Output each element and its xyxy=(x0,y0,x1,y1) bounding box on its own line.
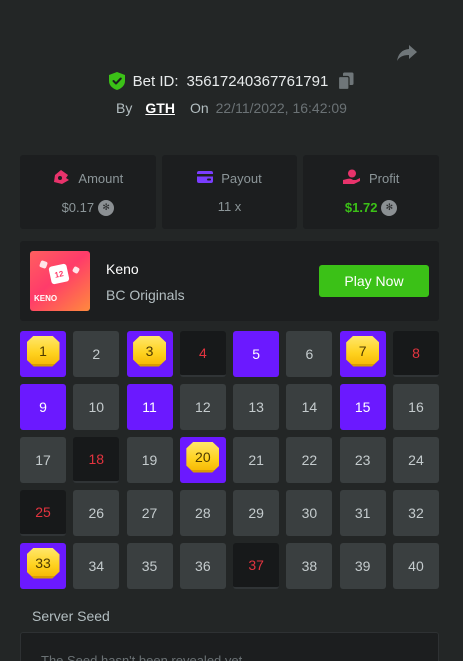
keno-tile: 29 xyxy=(233,490,280,536)
keno-tile: 32 xyxy=(392,490,439,536)
money-bag-icon xyxy=(52,169,70,188)
bet-meta-row: By GTH On 22/11/2022, 16:42:09 xyxy=(0,100,463,116)
gem-icon: 3 xyxy=(133,335,167,367)
coin-hand-icon xyxy=(343,169,361,188)
keno-tile: 11 xyxy=(126,384,173,430)
keno-tile: 5 xyxy=(233,331,280,377)
keno-tile: 13 xyxy=(233,384,280,430)
keno-tile: 12 xyxy=(179,384,226,430)
keno-tile: 26 xyxy=(73,490,120,536)
keno-tile: 3 xyxy=(126,331,173,377)
by-label: By xyxy=(116,100,133,116)
keno-tile: 19 xyxy=(126,437,173,483)
keno-tile: 16 xyxy=(392,384,439,430)
profit-stat: Profit $1.72 ✻ xyxy=(303,155,440,229)
keno-tile: 28 xyxy=(179,490,226,536)
game-name[interactable]: Keno xyxy=(106,261,139,277)
bet-id-row: Bet ID: 35617240367761791 xyxy=(0,72,463,90)
gem-icon: 33 xyxy=(26,547,60,579)
server-seed-text: The Seed hasn't been revealed yet. xyxy=(41,653,246,661)
payout-label: Payout xyxy=(221,171,262,186)
keno-tile: 38 xyxy=(286,543,333,589)
keno-tile: 9 xyxy=(20,384,66,430)
keno-tile: 34 xyxy=(73,543,120,589)
xlm-coin-icon: ✻ xyxy=(98,199,115,216)
dice-icon: 12 xyxy=(48,263,70,285)
thumbnail-label: KENO xyxy=(34,294,58,303)
keno-tile: 30 xyxy=(286,490,333,536)
profit-label: Profit xyxy=(369,170,400,186)
keno-tile: 37 xyxy=(233,543,280,589)
xlm-coin-icon: ✻ xyxy=(381,199,398,216)
on-label: On xyxy=(189,100,209,116)
server-seed-field: The Seed hasn't been revealed yet. xyxy=(20,632,439,661)
keno-tile: 27 xyxy=(126,490,173,536)
amount-label: Amount xyxy=(78,170,124,186)
keno-board: 1 2 3 4 5 6 7 8 9 10 11 12 13 14 15 16 17 18 19 20 21 22 23 24 2… xyxy=(20,331,439,589)
payout-stat: Payout 11 x xyxy=(161,155,298,229)
keno-tile: 40 xyxy=(392,543,439,589)
play-now-button[interactable]: Play Now xyxy=(319,265,429,297)
keno-tile: 8 xyxy=(392,331,439,377)
dice-decoration xyxy=(39,260,48,269)
keno-tile: 39 xyxy=(339,543,386,589)
verified-shield-icon xyxy=(108,72,125,90)
profit-value: $1.72 xyxy=(344,200,378,215)
payout-value: 11 x xyxy=(217,199,242,214)
keno-tile: 2 xyxy=(73,331,120,377)
share-icon xyxy=(397,45,417,61)
keno-thumbnail[interactable]: 12 KENO xyxy=(30,251,90,311)
keno-tile: 10 xyxy=(73,384,120,430)
dice-decoration xyxy=(71,265,81,275)
keno-tile: 17 xyxy=(20,437,66,483)
keno-tile: 21 xyxy=(233,437,280,483)
keno-tile: 18 xyxy=(73,437,120,483)
keno-tile: 7 xyxy=(339,331,386,377)
gem-icon: 7 xyxy=(346,335,380,367)
bet-id-value: 35617240367761791 xyxy=(186,72,329,90)
game-provider: BC Originals xyxy=(106,287,185,303)
keno-tile: 33 xyxy=(20,543,66,589)
keno-tile: 15 xyxy=(339,384,386,430)
amount-stat: Amount $0.17 ✻ xyxy=(20,155,156,229)
bet-date: 22/11/2022, 16:42:09 xyxy=(215,100,347,116)
keno-tile: 24 xyxy=(392,437,439,483)
bet-id-label: Bet ID: xyxy=(132,72,179,90)
bet-stats: Amount $0.17 ✻ Payout 11 x Profit $1.72 … xyxy=(20,155,440,229)
keno-tile: 6 xyxy=(286,331,333,377)
amount-value: $0.17 xyxy=(61,200,95,215)
keno-tile: 22 xyxy=(286,437,333,483)
keno-tile: 14 xyxy=(286,384,333,430)
copy-icon[interactable] xyxy=(338,72,354,90)
game-card: 12 KENO Keno BC Originals Play Now xyxy=(20,241,439,321)
gem-icon: 20 xyxy=(186,441,220,473)
username-link[interactable]: GTH xyxy=(145,100,175,116)
keno-tile: 35 xyxy=(126,543,173,589)
share-button[interactable] xyxy=(394,40,420,66)
wallet-icon xyxy=(197,170,214,187)
keno-tile: 4 xyxy=(179,331,226,377)
gem-icon: 1 xyxy=(26,335,60,367)
keno-tile: 1 xyxy=(20,331,66,377)
keno-tile: 20 xyxy=(179,437,226,483)
keno-tile: 23 xyxy=(339,437,386,483)
keno-tile: 25 xyxy=(20,490,66,536)
keno-tile: 36 xyxy=(179,543,226,589)
server-seed-label: Server Seed xyxy=(32,608,110,624)
keno-tile: 31 xyxy=(339,490,386,536)
